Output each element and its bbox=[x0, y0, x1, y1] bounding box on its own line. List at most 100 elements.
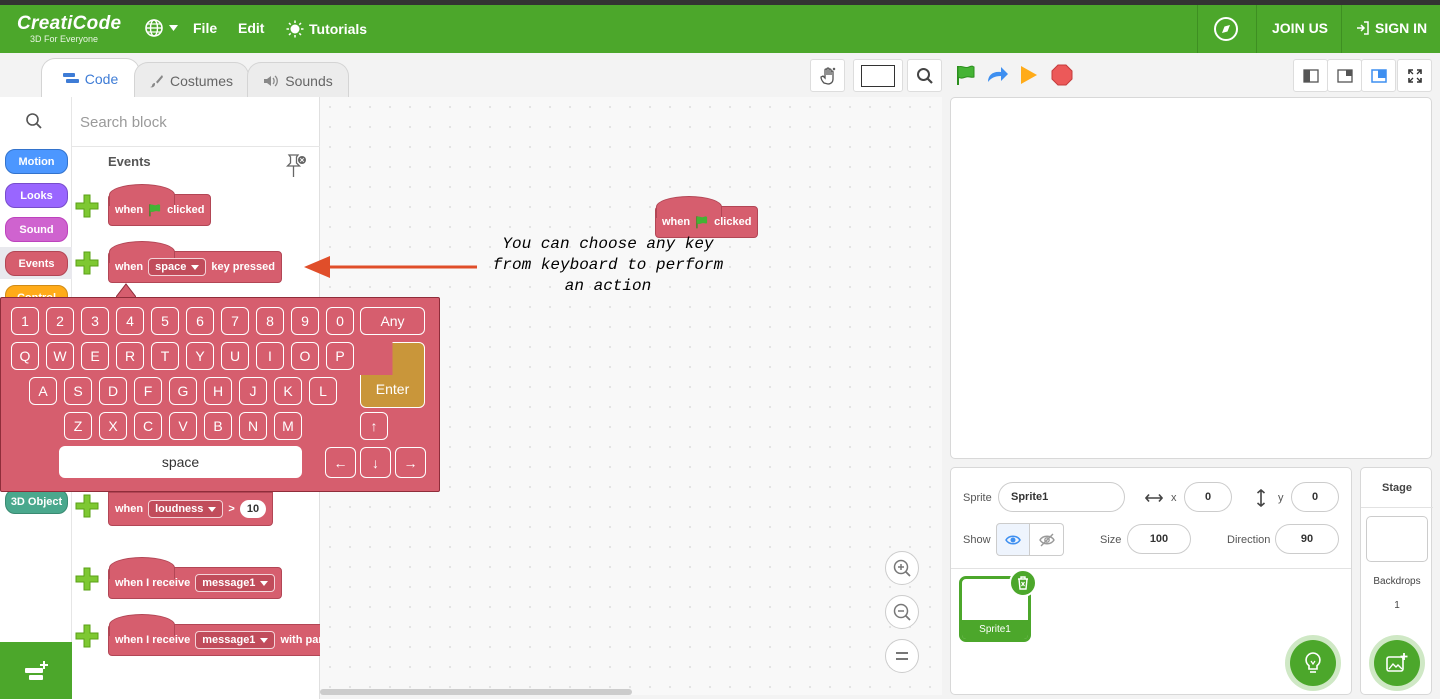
key-l[interactable]: L bbox=[309, 377, 337, 405]
key-enter[interactable]: Enter bbox=[360, 342, 425, 408]
key-w[interactable]: W bbox=[46, 342, 74, 370]
tab-code[interactable]: Code bbox=[41, 58, 140, 99]
palette-when-i-receive-block[interactable]: when I receive message1 bbox=[108, 557, 283, 599]
stop-button[interactable] bbox=[1051, 64, 1073, 91]
fullscreen-button[interactable] bbox=[1397, 59, 1432, 92]
key-m[interactable]: M bbox=[274, 412, 302, 440]
key-v[interactable]: V bbox=[169, 412, 197, 440]
key-x[interactable]: X bbox=[99, 412, 127, 440]
add-block-plus-icon[interactable] bbox=[75, 624, 99, 648]
large-stage-button[interactable] bbox=[1361, 59, 1396, 92]
key-space[interactable]: space bbox=[59, 446, 302, 478]
key-6[interactable]: 6 bbox=[186, 307, 214, 335]
key-j[interactable]: J bbox=[239, 377, 267, 405]
key-f[interactable]: F bbox=[134, 377, 162, 405]
stage-canvas[interactable] bbox=[950, 97, 1432, 459]
direction-input[interactable]: 90 bbox=[1275, 524, 1339, 554]
add-block-plus-icon[interactable] bbox=[75, 567, 99, 591]
search-workspace-button[interactable] bbox=[907, 59, 942, 92]
key-o[interactable]: O bbox=[291, 342, 319, 370]
logo-title[interactable]: CreatiCode bbox=[17, 13, 121, 35]
add-sprite-button[interactable] bbox=[1290, 640, 1336, 686]
key-any[interactable]: Any bbox=[360, 307, 425, 335]
key-h[interactable]: H bbox=[204, 377, 232, 405]
selection-box-button[interactable] bbox=[853, 59, 903, 92]
key-k[interactable]: K bbox=[274, 377, 302, 405]
threshold-input[interactable]: 10 bbox=[239, 500, 267, 518]
key-s[interactable]: S bbox=[64, 377, 92, 405]
palette-when-loudness-block[interactable]: when loudness > 10 bbox=[108, 492, 274, 526]
tab-sounds[interactable]: Sounds bbox=[247, 62, 349, 98]
category-sound[interactable]: Sound bbox=[5, 217, 68, 242]
search-block-input[interactable]: Search block bbox=[72, 97, 320, 147]
hide-sprite-button[interactable] bbox=[1030, 523, 1064, 556]
explore-button[interactable] bbox=[1213, 16, 1239, 47]
key-9[interactable]: 9 bbox=[291, 307, 319, 335]
language-menu[interactable] bbox=[144, 18, 178, 38]
key-8[interactable]: 8 bbox=[256, 307, 284, 335]
key-arrow-up[interactable]: ↑ bbox=[360, 412, 388, 440]
message-dropdown[interactable]: message1 bbox=[195, 574, 276, 592]
sign-in-button[interactable]: SIGN IN bbox=[1356, 20, 1427, 36]
add-backdrop-button[interactable] bbox=[1374, 640, 1420, 686]
key-c[interactable]: C bbox=[134, 412, 162, 440]
key-n[interactable]: N bbox=[239, 412, 267, 440]
palette-when-i-receive-with-params-block[interactable]: when I receive message1 with para bbox=[108, 614, 320, 656]
green-flag-button[interactable] bbox=[955, 64, 977, 91]
tutorials-menu[interactable]: Tutorials bbox=[286, 20, 367, 38]
category-events[interactable]: Events bbox=[5, 251, 68, 276]
key-3[interactable]: 3 bbox=[81, 307, 109, 335]
category-motion[interactable]: Motion bbox=[5, 149, 68, 174]
pin-button[interactable] bbox=[285, 153, 308, 184]
zoom-in-button[interactable] bbox=[885, 551, 919, 585]
workspace-horizontal-scrollbar[interactable] bbox=[320, 689, 632, 695]
key-4[interactable]: 4 bbox=[116, 307, 144, 335]
category-looks[interactable]: Looks bbox=[5, 183, 68, 208]
run-button[interactable] bbox=[1019, 64, 1039, 91]
step-button[interactable] bbox=[986, 64, 1010, 91]
key-7[interactable]: 7 bbox=[221, 307, 249, 335]
key-p[interactable]: P bbox=[326, 342, 354, 370]
key-0[interactable]: 0 bbox=[326, 307, 354, 335]
key-a[interactable]: A bbox=[29, 377, 57, 405]
normal-stage-button[interactable] bbox=[1327, 59, 1362, 92]
palette-when-flag-clicked-block[interactable]: when clicked bbox=[108, 184, 212, 226]
sensor-dropdown[interactable]: loudness bbox=[148, 500, 224, 518]
key-i[interactable]: I bbox=[256, 342, 284, 370]
category-3d-object[interactable]: 3D Object bbox=[5, 489, 68, 514]
key-e[interactable]: E bbox=[81, 342, 109, 370]
key-y[interactable]: Y bbox=[186, 342, 214, 370]
key-u[interactable]: U bbox=[221, 342, 249, 370]
key-5[interactable]: 5 bbox=[151, 307, 179, 335]
x-input[interactable]: 0 bbox=[1184, 482, 1232, 512]
show-sprite-button[interactable] bbox=[996, 523, 1030, 556]
key-1[interactable]: 1 bbox=[11, 307, 39, 335]
key-q[interactable]: Q bbox=[11, 342, 39, 370]
size-input[interactable]: 100 bbox=[1127, 524, 1191, 554]
sprite-name-input[interactable]: Sprite1 bbox=[998, 482, 1125, 512]
add-block-plus-icon[interactable] bbox=[75, 251, 99, 275]
stage-thumbnail[interactable] bbox=[1366, 516, 1428, 562]
palette-search-button[interactable] bbox=[25, 112, 43, 135]
tab-costumes[interactable]: Costumes bbox=[134, 62, 249, 98]
key-b[interactable]: B bbox=[204, 412, 232, 440]
zoom-out-button[interactable] bbox=[885, 595, 919, 629]
delete-sprite-button[interactable] bbox=[1009, 569, 1037, 597]
key-r[interactable]: R bbox=[116, 342, 144, 370]
y-input[interactable]: 0 bbox=[1291, 482, 1339, 512]
drag-mode-button[interactable] bbox=[810, 59, 845, 92]
key-d[interactable]: D bbox=[99, 377, 127, 405]
file-menu[interactable]: File bbox=[193, 20, 217, 36]
zoom-reset-button[interactable] bbox=[885, 639, 919, 673]
key-z[interactable]: Z bbox=[64, 412, 92, 440]
edit-menu[interactable]: Edit bbox=[238, 20, 264, 36]
add-block-plus-icon[interactable] bbox=[75, 494, 99, 518]
message-dropdown[interactable]: message1 bbox=[195, 631, 276, 649]
key-dropdown[interactable]: space bbox=[148, 258, 207, 276]
small-stage-button[interactable] bbox=[1293, 59, 1328, 92]
join-us-button[interactable]: JOIN US bbox=[1272, 20, 1328, 36]
add-extension-button[interactable] bbox=[0, 642, 72, 699]
key-2[interactable]: 2 bbox=[46, 307, 74, 335]
key-arrow-left[interactable]: ← bbox=[325, 447, 356, 478]
key-arrow-right[interactable]: → bbox=[395, 447, 426, 478]
